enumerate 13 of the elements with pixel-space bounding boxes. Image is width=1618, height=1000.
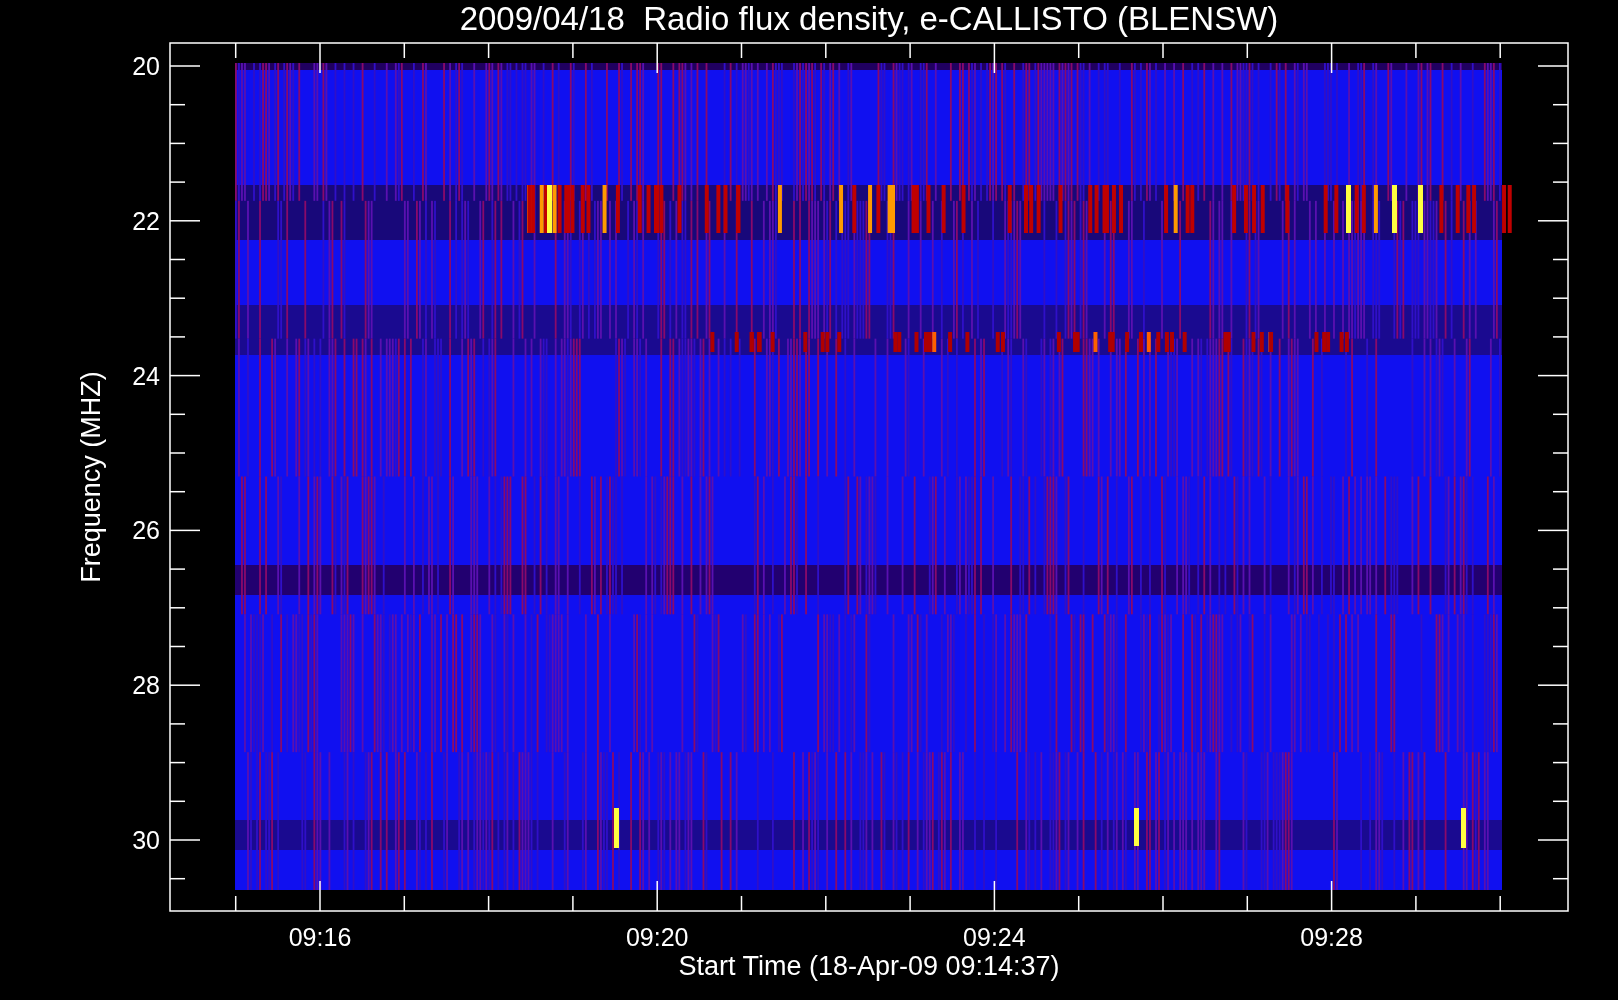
y-tick-label: 24 [132, 361, 160, 390]
x-tick-label: 09:28 [1300, 923, 1363, 951]
chart-title: 2009/04/18 Radio flux density, e-CALLISTO (BLENSW) [459, 0, 1279, 37]
y-tick-label: 26 [132, 516, 160, 545]
y-tick-label: 28 [132, 671, 160, 700]
x-tick-label: 09:20 [625, 923, 689, 951]
x-tick-label: 09:16 [288, 923, 352, 951]
y-tick-label: 22 [132, 206, 160, 235]
y-axis-title: Frequency (MHZ) [76, 371, 106, 583]
x-axis-title: Start Time (18-Apr-09 09:14:37) [678, 951, 1060, 981]
y-tick-label: 30 [132, 826, 160, 854]
x-tick-label: 09:24 [963, 923, 1026, 951]
y-tick-label: 20 [132, 52, 160, 80]
